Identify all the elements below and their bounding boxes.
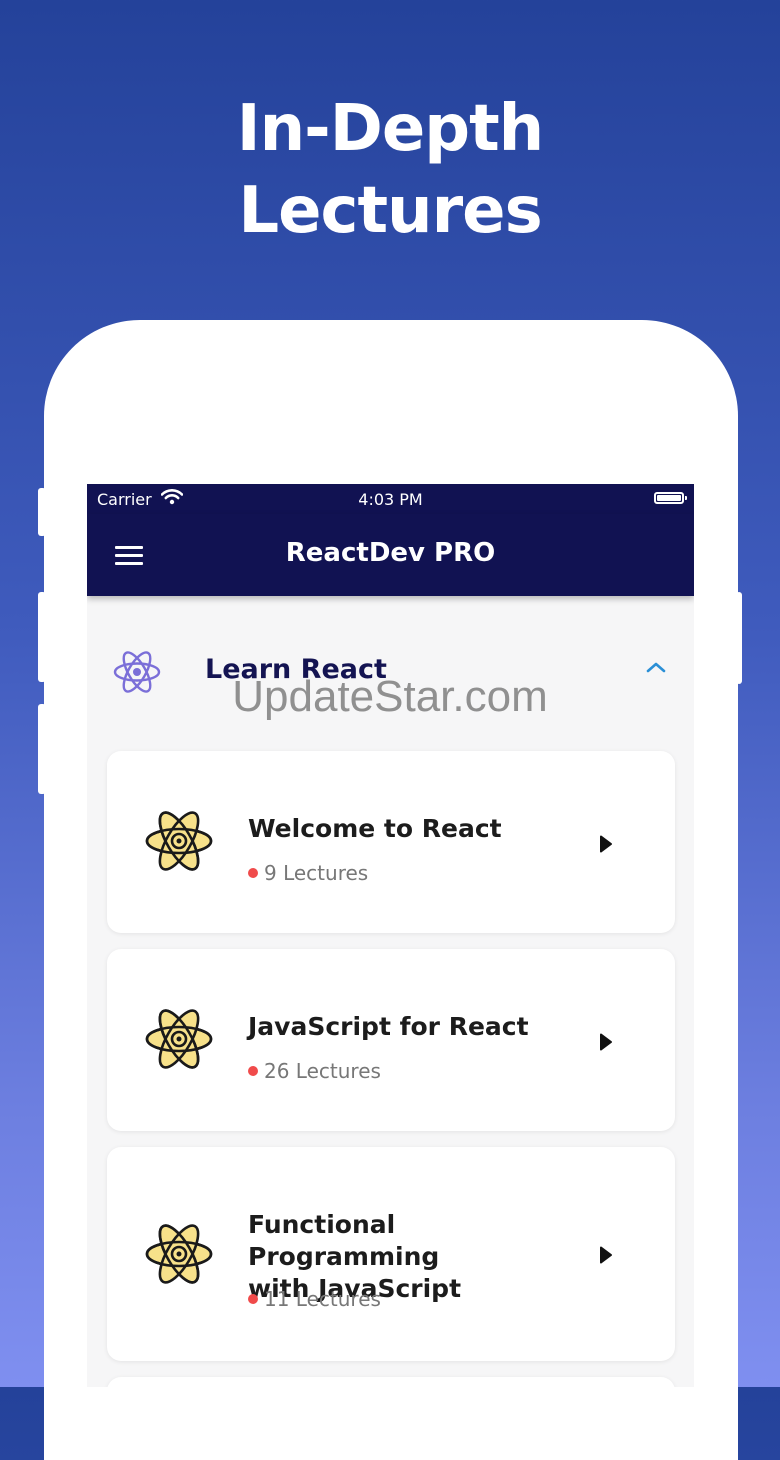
- lecture-count-text: 26 Lectures: [264, 1059, 381, 1083]
- course-title: JavaScript for React: [248, 1011, 578, 1043]
- status-bar: Carrier 4:03 PM: [87, 484, 694, 514]
- course-title-line-1: Welcome to React: [248, 814, 502, 843]
- play-arrow-icon[interactable]: [599, 1246, 613, 1268]
- status-dot: [248, 1293, 258, 1304]
- headline: In-Depth Lectures: [0, 88, 780, 252]
- course-title-line-1: JavaScript for React: [248, 1012, 529, 1041]
- atom-icon: [145, 1007, 213, 1075]
- atom-icon: [145, 809, 213, 877]
- lecture-count: 11 Lectures: [248, 1287, 381, 1311]
- headline-line-2: Lectures: [238, 174, 542, 248]
- play-arrow-icon[interactable]: [599, 835, 613, 857]
- lecture-count-text: 9 Lectures: [264, 861, 369, 885]
- lecture-count-text: 11 Lectures: [264, 1287, 381, 1311]
- app-title: ReactDev PRO: [285, 538, 496, 568]
- lecture-count: 9 Lectures: [248, 861, 368, 885]
- course-card-next[interactable]: [107, 1377, 675, 1387]
- status-dot: [248, 1065, 258, 1076]
- headline-line-1: In-Depth: [236, 92, 544, 166]
- play-arrow-icon[interactable]: [599, 1033, 613, 1055]
- status-time: 4:03 PM: [358, 490, 423, 509]
- course-card-javascript-for-react[interactable]: JavaScript for React 26 Lectures: [107, 949, 675, 1131]
- navigation-bar: ReactDev PRO: [87, 514, 694, 596]
- status-dot: [248, 867, 258, 878]
- course-title-line-1: Functional Programming: [248, 1210, 440, 1271]
- course-card-welcome-to-react[interactable]: Welcome to React 9 Lectures: [107, 751, 675, 933]
- watermark: UpdateStar.com: [232, 672, 548, 721]
- battery-icon: [654, 492, 687, 504]
- app-screen: Carrier 4:03 PM ReactDev PRO Learn React…: [87, 484, 694, 1387]
- lecture-count: 26 Lectures: [248, 1059, 381, 1083]
- course-card-functional-programming[interactable]: Functional Programming with JavaScript 1…: [107, 1147, 675, 1361]
- atom-icon: [145, 1222, 213, 1290]
- course-title: Welcome to React: [248, 813, 578, 845]
